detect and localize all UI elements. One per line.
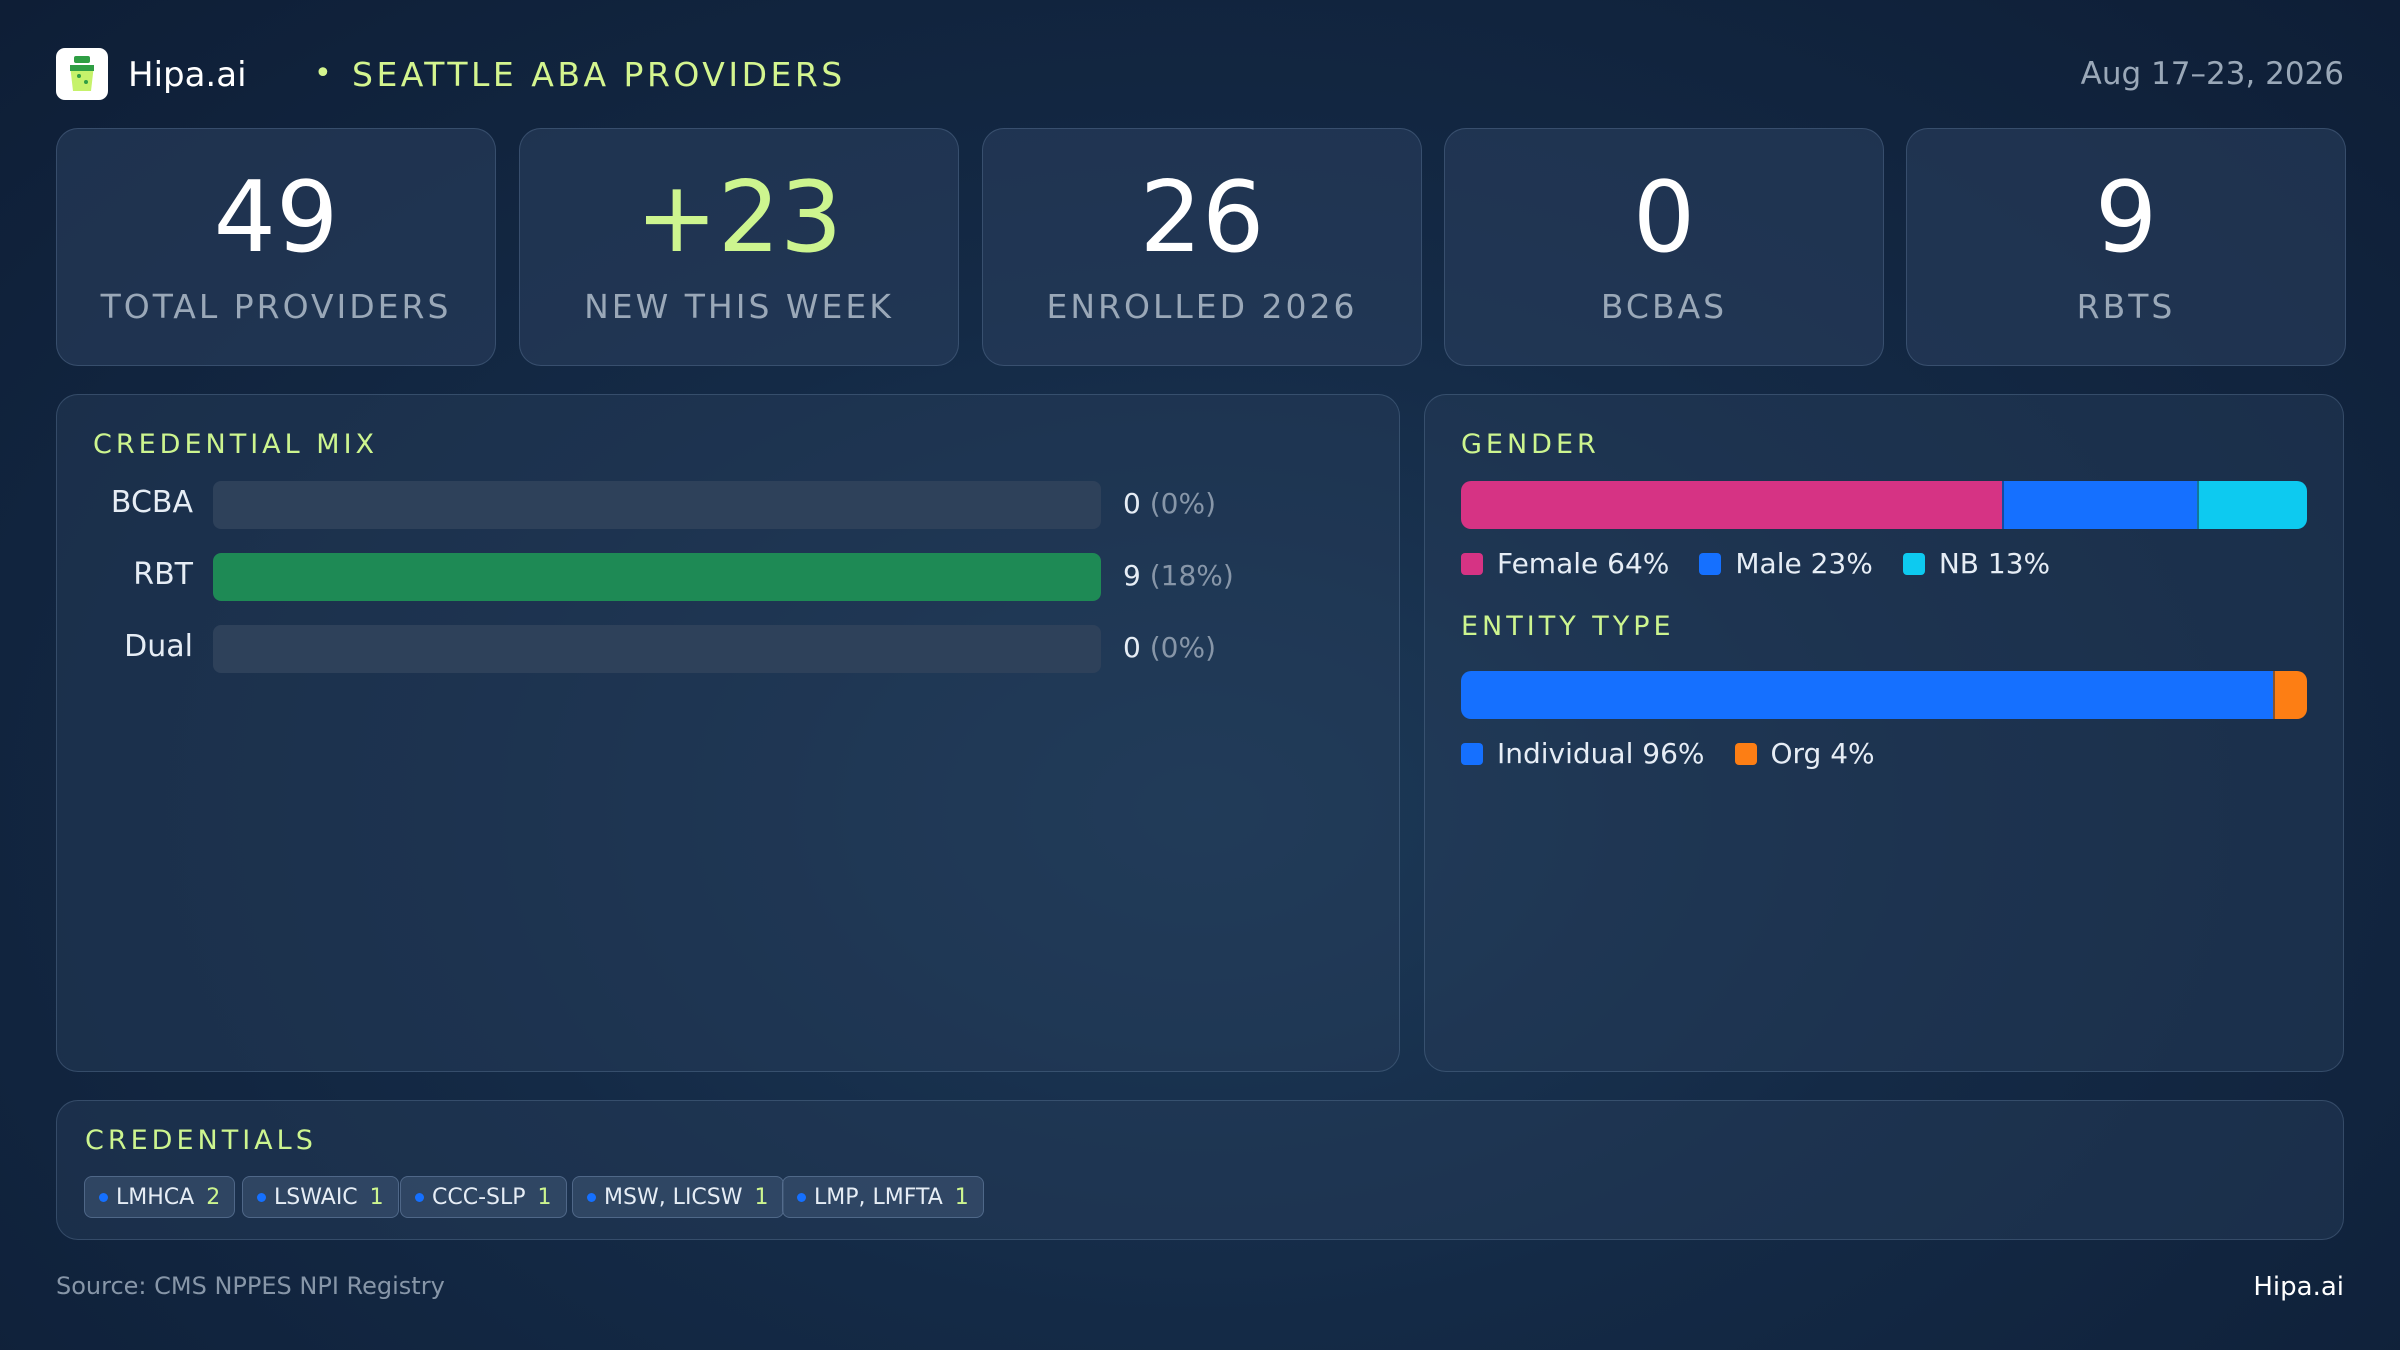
legend-swatch [1902, 552, 1925, 575]
gender-legend: Female 64% Male 23% NB 13% [1461, 547, 2050, 580]
footer-brand: Hipa.ai [2253, 1272, 2344, 1302]
stat-label: RBTS [2076, 287, 2176, 326]
stat-label: ENROLLED 2026 [1046, 287, 1358, 326]
date-range: Aug 17–23, 2026 [2080, 56, 2344, 92]
stat-label: NEW THIS WEEK [584, 287, 894, 326]
chip-dot [415, 1192, 424, 1202]
bar-segment [1461, 481, 2003, 529]
chip-label: LMHCA [116, 1184, 195, 1210]
entity-type-title: ENTITY TYPE [1461, 611, 1675, 642]
chip-count: 1 [537, 1184, 552, 1210]
legend-label: Org 4% [1770, 737, 1875, 770]
logo [56, 48, 108, 100]
legend-item: Individual 96% [1461, 737, 1705, 770]
stat-value: 49 [213, 161, 339, 275]
stat-value: 26 [1139, 161, 1265, 275]
credential-chip: CCC-SLP 1 [400, 1176, 567, 1218]
stat-value: 9 [2094, 161, 2158, 275]
stat-label: TOTAL PROVIDERS [100, 287, 452, 326]
entity-type-legend: Individual 96% Org 4% [1461, 737, 1875, 770]
chip-dot [99, 1192, 108, 1202]
credential-track [213, 625, 1101, 673]
credential-name: RBT [133, 557, 193, 592]
stat-label: BCBAS [1600, 287, 1728, 326]
header: Hipa.ai • SEATTLE ABA PROVIDERS Aug 17–2… [56, 48, 2344, 100]
credential-chip: LMHCA 2 [84, 1176, 236, 1218]
credential-chip: MSW, LICSW 1 [572, 1176, 784, 1218]
stat-card-enrolled: 26 ENROLLED 2026 [982, 128, 1422, 366]
clipboard-cup-icon [70, 56, 94, 91]
region-title: SEATTLE ABA PROVIDERS [352, 55, 846, 94]
chip-dot [797, 1192, 806, 1202]
credential-chip: LMP, LMFTA 1 [782, 1176, 984, 1218]
chip-label: LSWAIC [274, 1184, 358, 1210]
stat-value: +23 [635, 161, 843, 275]
bar-segment [2273, 671, 2307, 719]
credential-value: 0 (0%) [1123, 631, 1217, 664]
credential-row-bcba: BCBA 0 (0%) [57, 481, 1399, 529]
legend-item: Male 23% [1699, 547, 1873, 580]
credentials-panel: CREDENTIALS [56, 1100, 2344, 1240]
bar-segment [2197, 481, 2307, 529]
legend-item: Female 64% [1461, 547, 1669, 580]
legend-swatch [1461, 552, 1483, 575]
credential-track [213, 553, 1101, 601]
chip-dot [587, 1192, 596, 1202]
credential-row-dual: Dual 0 (0%) [57, 625, 1399, 673]
chip-count: 2 [206, 1184, 221, 1210]
panel-title: CREDENTIAL MIX [93, 429, 379, 460]
credential-name: Dual [124, 629, 193, 664]
credential-value: 0 (0%) [1123, 487, 1217, 520]
bar-segment [1461, 671, 2274, 719]
legend-label: Male 23% [1735, 547, 1873, 580]
credential-chip: LSWAIC 1 [242, 1176, 399, 1218]
stat-card-new-this-week: +23 NEW THIS WEEK [519, 128, 959, 366]
chip-count: 1 [754, 1184, 769, 1210]
legend-swatch [1734, 742, 1757, 765]
credential-value: 9 (18%) [1123, 559, 1234, 592]
legend-item: Org 4% [1734, 737, 1875, 770]
source-note: Source: CMS NPPES NPI Registry [56, 1272, 445, 1300]
chip-label: LMP, LMFTA [814, 1184, 943, 1210]
credential-name: BCBA [110, 485, 193, 520]
stat-card-total-providers: 49 TOTAL PROVIDERS [56, 128, 496, 366]
gender-bar [1461, 481, 2307, 529]
legend-swatch [1699, 552, 1722, 575]
credential-fill [213, 553, 1101, 601]
separator: • [314, 56, 332, 91]
gender-title: GENDER [1461, 429, 1600, 460]
legend-swatch [1461, 742, 1483, 765]
chip-label: MSW, LICSW [604, 1184, 743, 1210]
legend-label: Individual 96% [1497, 737, 1705, 770]
credentials-title: CREDENTIALS [85, 1125, 317, 1156]
brand-name: Hipa.ai [128, 55, 247, 95]
chip-dot [257, 1192, 266, 1202]
demographics-panel: GENDER Female 64% Male 23% NB 13% ENTITY T… [1424, 394, 2344, 1072]
chip-count: 1 [954, 1184, 969, 1210]
credential-row-rbt: RBT 9 (18%) [57, 553, 1399, 601]
credential-mix-panel: CREDENTIAL MIX BCBA 0 (0%) RBT 9 (18%) D… [56, 394, 1400, 1072]
legend-item: NB 13% [1902, 547, 2051, 580]
stat-card-bcbas: 0 BCBAS [1444, 128, 1884, 366]
stat-value: 0 [1632, 161, 1696, 275]
credential-track [213, 481, 1101, 529]
bar-segment [2002, 481, 2198, 529]
chip-count: 1 [369, 1184, 384, 1210]
stat-card-rbts: 9 RBTS [1906, 128, 2346, 366]
legend-label: NB 13% [1938, 547, 2051, 580]
entity-type-bar [1461, 671, 2307, 719]
chip-label: CCC-SLP [432, 1184, 526, 1210]
legend-label: Female 64% [1497, 547, 1670, 580]
